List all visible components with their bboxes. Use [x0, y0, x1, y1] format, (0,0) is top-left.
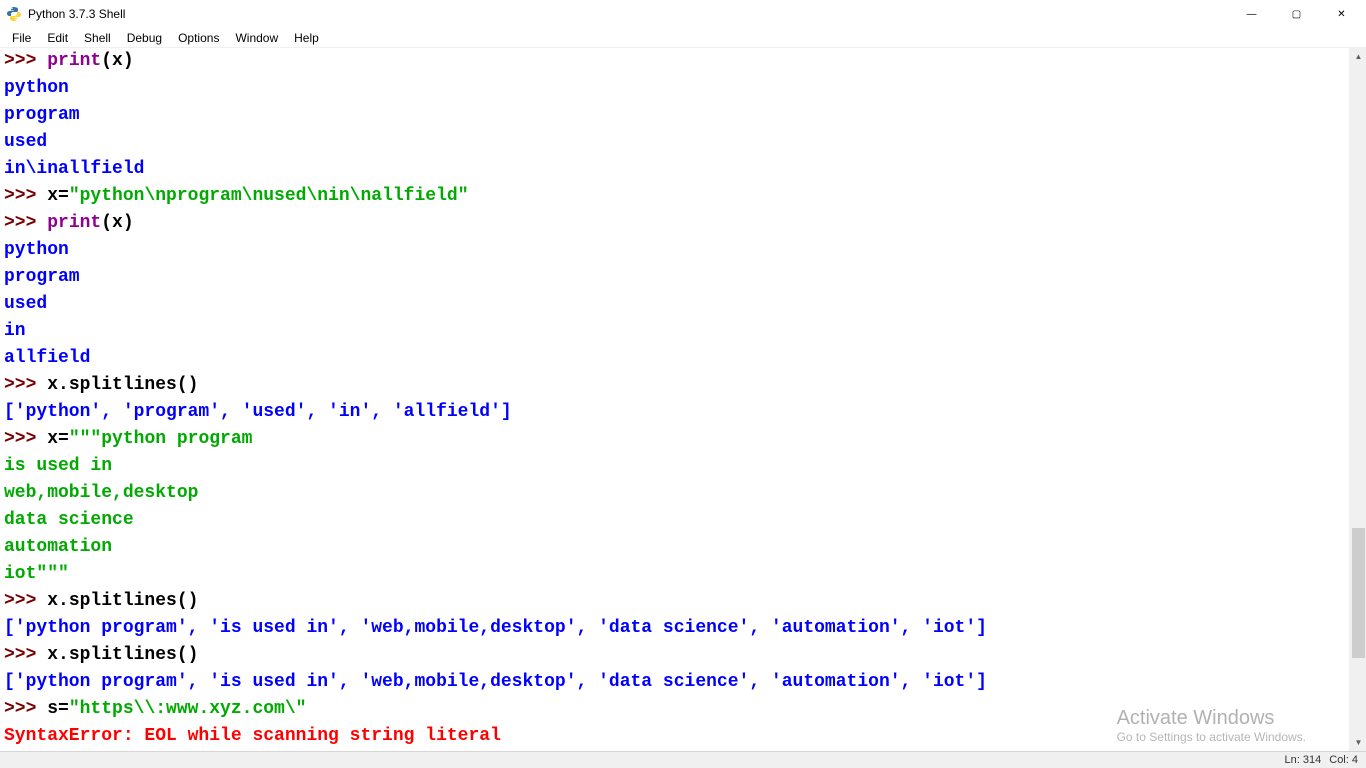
window-title: Python 3.7.3 Shell [28, 7, 1229, 21]
token-prompt: >>> [4, 51, 47, 71]
shell-line: program [4, 264, 1345, 291]
shell-line: web,mobile,desktop [4, 480, 1345, 507]
token-prompt: >>> [4, 375, 47, 395]
token-norm: (x) [101, 51, 133, 71]
token-prompt: >>> [4, 591, 47, 611]
menu-shell[interactable]: Shell [76, 29, 119, 47]
shell-line: program [4, 102, 1345, 129]
scroll-up-button[interactable]: ▲ [1350, 48, 1366, 65]
close-button[interactable]: ✕ [1319, 0, 1364, 28]
shell-line: >>> s="https\\:www.xyz.com\" [4, 696, 1345, 723]
shell-line: >>> print(x) [4, 48, 1345, 75]
shell-line: >>> x.splitlines() [4, 588, 1345, 615]
minimize-icon: — [1247, 9, 1257, 20]
token-stdout: ['python program', 'is used in', 'web,mo… [4, 618, 987, 638]
menu-file[interactable]: File [4, 29, 39, 47]
token-stdout: python [4, 240, 69, 260]
shell-line: >>> x="""python program [4, 426, 1345, 453]
token-prompt: >>> [4, 186, 47, 206]
token-prompt: >>> [4, 645, 47, 665]
shell-line: is used in [4, 453, 1345, 480]
token-stdout: used [4, 294, 47, 314]
shell-line: >>> x.splitlines() [4, 372, 1345, 399]
token-stdout: program [4, 267, 80, 287]
python-idle-icon [6, 6, 22, 22]
maximize-button[interactable]: ▢ [1274, 0, 1319, 28]
token-norm: x.splitlines() [47, 591, 198, 611]
status-bar: Ln: 314 Col: 4 [0, 751, 1366, 768]
token-prompt: >>> [4, 429, 47, 449]
shell-line: allfield [4, 345, 1345, 372]
token-norm: x.splitlines() [47, 645, 198, 665]
shell-line: python [4, 237, 1345, 264]
token-str: "https\\:www.xyz.com\" [69, 699, 307, 719]
scroll-thumb[interactable] [1352, 528, 1365, 658]
token-stdout: ['python program', 'is used in', 'web,mo… [4, 672, 987, 692]
scroll-down-button[interactable]: ▼ [1350, 734, 1366, 751]
token-stdout: used [4, 132, 47, 152]
token-norm: s= [47, 699, 69, 719]
menu-options[interactable]: Options [170, 29, 227, 47]
shell-line: SyntaxError: EOL while scanning string l… [4, 723, 1345, 750]
shell-line: in [4, 318, 1345, 345]
token-stdout: allfield [4, 348, 90, 368]
vertical-scrollbar[interactable]: ▲ ▼ [1349, 48, 1366, 751]
token-str: "python\nprogram\nused\nin\nallfield" [69, 186, 469, 206]
shell-line: used [4, 129, 1345, 156]
token-stdout: ['python', 'program', 'used', 'in', 'all… [4, 402, 512, 422]
token-str: web,mobile,desktop [4, 483, 198, 503]
shell-text-area[interactable]: >>> print(x)pythonprogramusedin\inallfie… [0, 48, 1349, 751]
close-icon: ✕ [1337, 9, 1345, 20]
token-str: iot""" [4, 564, 69, 584]
shell-line: iot""" [4, 561, 1345, 588]
token-str: automation [4, 537, 112, 557]
token-prompt: >>> [4, 213, 47, 233]
shell-line: python [4, 75, 1345, 102]
menu-help[interactable]: Help [286, 29, 327, 47]
token-stdout: python [4, 78, 69, 98]
shell-line: used [4, 291, 1345, 318]
token-str: data science [4, 510, 134, 530]
token-builtin: print [47, 213, 101, 233]
token-str: is used in [4, 456, 112, 476]
shell-line: ['python', 'program', 'used', 'in', 'all… [4, 399, 1345, 426]
menu-bar: File Edit Shell Debug Options Window Hel… [0, 28, 1366, 48]
menu-debug[interactable]: Debug [119, 29, 170, 47]
shell-line: automation [4, 534, 1345, 561]
shell-line: ['python program', 'is used in', 'web,mo… [4, 615, 1345, 642]
title-bar: Python 3.7.3 Shell — ▢ ✕ [0, 0, 1366, 28]
shell-line: data science [4, 507, 1345, 534]
shell-line: in\inallfield [4, 156, 1345, 183]
shell-line: >>> x="python\nprogram\nused\nin\nallfie… [4, 183, 1345, 210]
window-controls: — ▢ ✕ [1229, 0, 1364, 28]
shell-line: >>> x.splitlines() [4, 642, 1345, 669]
shell-line: ['python program', 'is used in', 'web,mo… [4, 669, 1345, 696]
token-norm: x.splitlines() [47, 375, 198, 395]
menu-window[interactable]: Window [227, 29, 286, 47]
token-stdout: in\inallfield [4, 159, 144, 179]
token-str: """python program [69, 429, 253, 449]
token-err: SyntaxError: EOL while scanning string l… [4, 726, 501, 746]
token-builtin: print [47, 51, 101, 71]
token-norm: (x) [101, 213, 133, 233]
token-prompt: >>> [4, 699, 47, 719]
minimize-button[interactable]: — [1229, 0, 1274, 28]
menu-edit[interactable]: Edit [39, 29, 76, 47]
maximize-icon: ▢ [1292, 9, 1301, 20]
token-norm: x= [47, 186, 69, 206]
status-line: Ln: 314 [1285, 754, 1322, 766]
shell-line: >>> print(x) [4, 210, 1345, 237]
token-norm: x= [47, 429, 69, 449]
status-column: Col: 4 [1329, 754, 1358, 766]
token-stdout: in [4, 321, 26, 341]
token-stdout: program [4, 105, 80, 125]
